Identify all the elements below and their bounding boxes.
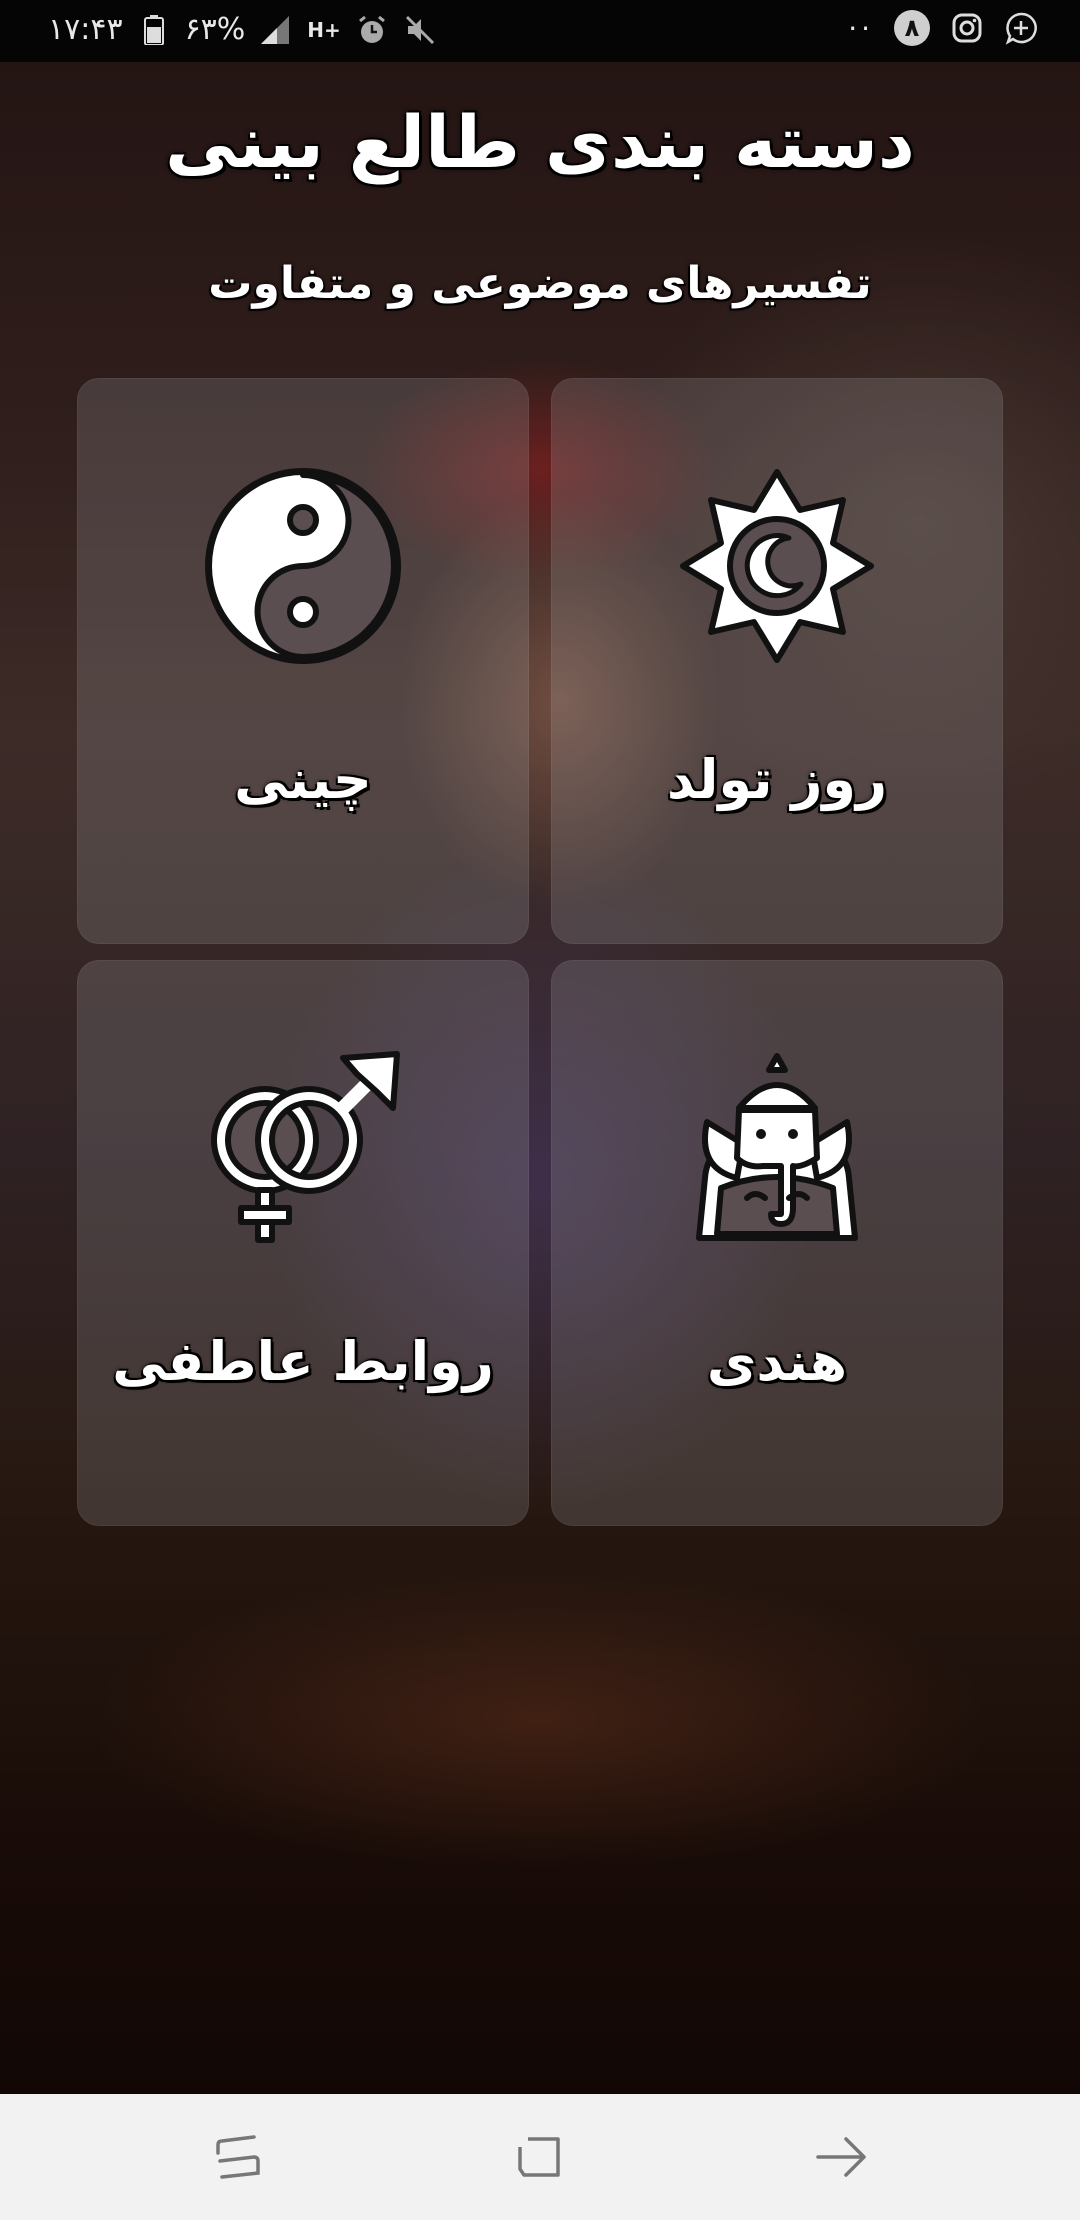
network-type: H+ — [307, 17, 341, 42]
alarm-icon — [355, 13, 389, 47]
page-title: دسته بندی طالع بینی — [165, 100, 915, 184]
ganesha-icon — [677, 1048, 877, 1248]
battery-percent: ۶۳% — [184, 12, 246, 47]
category-label: روابط عاطفی — [112, 1330, 494, 1393]
home-icon — [518, 2137, 560, 2177]
category-label: هندی — [706, 1330, 848, 1393]
category-label: روز تولد — [666, 748, 888, 811]
category-card-chinese[interactable]: چینی — [77, 378, 529, 944]
category-card-hindi[interactable]: هندی — [551, 960, 1003, 1526]
category-label: چینی — [234, 748, 372, 811]
signal-icon — [259, 13, 293, 47]
home-button[interactable] — [510, 2127, 570, 2187]
recent-apps-button[interactable] — [208, 2127, 268, 2187]
instagram-icon — [950, 11, 984, 45]
mute-icon — [403, 13, 437, 47]
back-button[interactable] — [812, 2127, 872, 2187]
status-bar-left: ۱۷:۴۳ ۶۳% H+ — [48, 12, 437, 47]
navigation-bar — [0, 2094, 1080, 2220]
status-bar: ۱۷:۴۳ ۶۳% H+ ·· ۸ — [0, 0, 1080, 62]
add-chat-icon — [1004, 11, 1038, 45]
sun-moon-icon — [677, 466, 877, 666]
status-bar-right: ·· ۸ — [848, 10, 1038, 46]
yin-yang-icon — [203, 466, 403, 666]
page-subtitle: تفسیرهای موضوعی و متفاوت — [208, 258, 872, 309]
back-icon — [816, 2137, 866, 2177]
gender-symbols-icon — [203, 1048, 403, 1248]
clock: ۱۷:۴۳ — [48, 12, 123, 47]
category-card-birthday[interactable]: روز تولد — [551, 378, 1003, 944]
battery-icon — [137, 13, 171, 47]
category-card-relationships[interactable]: روابط عاطفی — [77, 960, 529, 1526]
notification-count-badge: ۸ — [894, 10, 930, 46]
more-notifications-icon: ·· — [848, 11, 874, 45]
recent-apps-icon — [216, 2135, 260, 2179]
